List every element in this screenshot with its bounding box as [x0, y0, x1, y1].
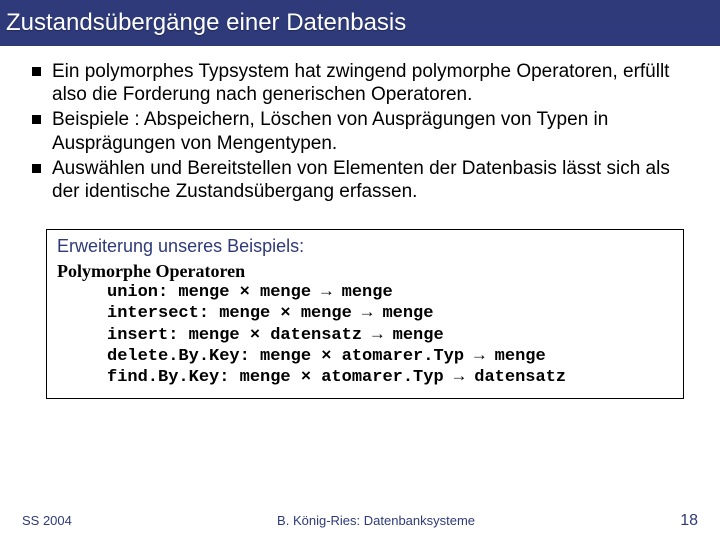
- bullet-item: Beispiele : Abspeichern, Löschen von Aus…: [32, 108, 698, 154]
- footer-center: B. König-Ries: Datenbanksysteme: [277, 513, 475, 528]
- footer-left: SS 2004: [22, 513, 72, 528]
- box-title: Erweiterung unseres Beispiels:: [57, 236, 673, 257]
- ops-heading: Polymorphe Operatoren: [57, 261, 673, 282]
- slide-body: Ein polymorphes Typsystem hat zwingend p…: [0, 46, 720, 540]
- bullet-list: Ein polymorphes Typsystem hat zwingend p…: [32, 60, 698, 203]
- ops-list: union: menge × menge → menge intersect: …: [57, 282, 673, 388]
- example-box: Erweiterung unseres Beispiels: Polymorph…: [46, 229, 684, 399]
- footer-page: 18: [680, 512, 698, 530]
- slide: Zustandsübergänge einer Datenbasis Ein p…: [0, 0, 720, 540]
- bullet-item: Ein polymorphes Typsystem hat zwingend p…: [32, 60, 698, 106]
- title-band: Zustandsübergänge einer Datenbasis: [0, 0, 720, 46]
- bullet-item: Auswählen und Bereitstellen von Elemente…: [32, 157, 698, 203]
- slide-title: Zustandsübergänge einer Datenbasis: [6, 9, 406, 37]
- footer: SS 2004 B. König-Ries: Datenbanksysteme …: [0, 512, 720, 530]
